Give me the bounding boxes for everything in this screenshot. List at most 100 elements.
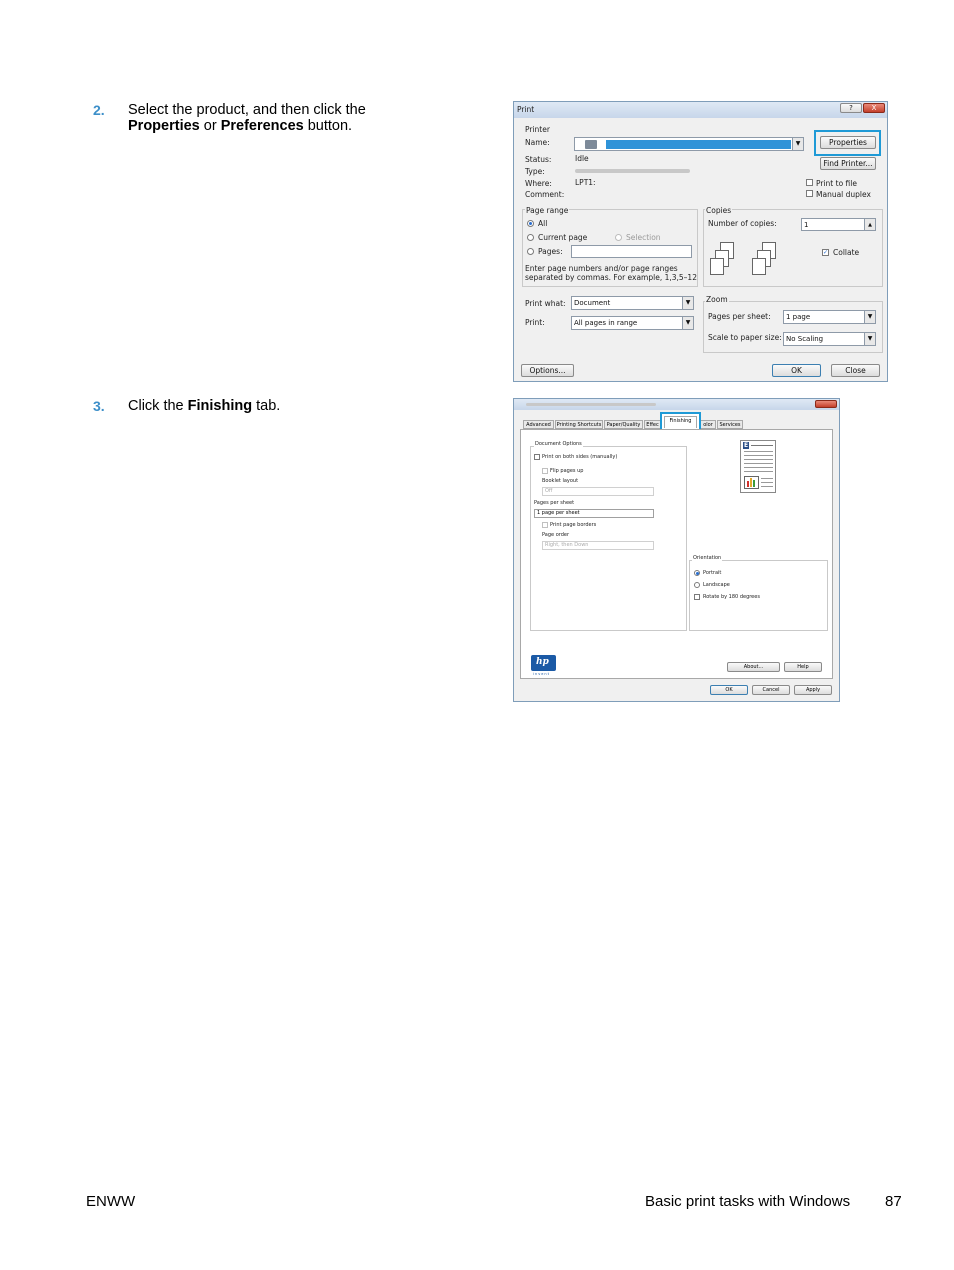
booklet-layout-value: Off <box>545 488 553 494</box>
step-text-line: Select the product, and then click the <box>128 102 366 118</box>
tab-paper-quality[interactable]: Paper/Quality <box>604 420 643 429</box>
options-button[interactable]: Options... <box>521 364 574 377</box>
step-text-post: tab. <box>252 398 281 414</box>
title-bar <box>514 102 887 118</box>
collate-checkbox[interactable]: ✓ <box>822 249 829 256</box>
about-button[interactable]: About... <box>727 662 780 672</box>
print-value: All pages in range <box>574 319 638 327</box>
scale-label: Scale to paper size: <box>708 333 782 342</box>
landscape-radio[interactable] <box>694 582 700 588</box>
close-window-button[interactable]: X <box>863 103 885 113</box>
current-page-label: Current page <box>538 233 588 242</box>
chevron-down-icon: ▼ <box>682 317 693 329</box>
copies-input[interactable]: 1 ▲ <box>801 218 876 231</box>
all-label: All <box>538 219 548 228</box>
current-page-radio[interactable] <box>527 234 534 241</box>
print-to-file-checkbox[interactable] <box>806 179 813 186</box>
footer-section-title: Basic print tasks with Windows <box>645 1193 851 1210</box>
tab-finishing[interactable]: Finishing <box>664 416 697 428</box>
ok-button[interactable]: OK <box>772 364 821 377</box>
step-text: Select the product, and then click the P… <box>128 102 428 134</box>
chevron-down-icon: ▼ <box>864 333 875 345</box>
print-to-file-label: Print to file <box>816 179 857 188</box>
help-button[interactable]: Help <box>784 662 822 672</box>
apply-button[interactable]: Apply <box>794 685 832 695</box>
selection-radio[interactable] <box>615 234 622 241</box>
footer-left: ENWW <box>86 1193 136 1210</box>
tab-effects[interactable]: Effec <box>644 420 661 429</box>
print-what-label: Print what: <box>525 299 566 308</box>
pages-per-sheet-label: Pages per sheet: <box>708 312 771 321</box>
chart-thumbnail-icon <box>744 476 759 489</box>
flip-pages-up-checkbox[interactable] <box>542 468 548 474</box>
page-range-help-1: Enter page numbers and/or page ranges <box>525 264 678 273</box>
print-both-sides-label: Print on both sides (manually) <box>542 454 618 460</box>
where-value: LPT1: <box>575 178 596 187</box>
close-button[interactable]: Close <box>831 364 880 377</box>
hp-logo-tagline: invent <box>533 672 551 676</box>
booklet-layout-label: Booklet layout <box>542 478 579 484</box>
print-dialog: Print ? X Printer Name: ▼ Status: Idle T… <box>513 101 888 382</box>
booklet-layout-select[interactable]: Off <box>542 487 654 496</box>
document-options-label: Document Options <box>534 441 583 447</box>
name-label: Name: <box>525 138 550 147</box>
dialog-title: Print <box>517 105 535 114</box>
cancel-button[interactable]: Cancel <box>752 685 790 695</box>
page-order-select[interactable]: Right, then Down <box>542 541 654 550</box>
copies-value: 1 <box>804 221 809 229</box>
find-printer-button[interactable]: Find Printer... <box>820 157 876 170</box>
portrait-label: Portrait <box>703 570 722 576</box>
tab-services[interactable]: Services <box>717 420 743 429</box>
collate-label: Collate <box>833 248 860 257</box>
print-both-sides-checkbox[interactable] <box>534 454 540 460</box>
step-bold-term: Preferences <box>220 118 304 134</box>
printer-name-selection <box>606 140 791 149</box>
preview-letter: E <box>743 442 750 449</box>
close-window-button[interactable] <box>815 400 837 408</box>
properties-button[interactable]: Properties <box>820 136 876 149</box>
status-value: Idle <box>575 154 589 163</box>
pages-input[interactable] <box>571 245 692 258</box>
manual-duplex-label: Manual duplex <box>816 190 871 199</box>
manual-duplex-checkbox[interactable] <box>806 190 813 197</box>
step-text: Click the Finishing tab. <box>128 398 428 414</box>
tab-printing-shortcuts[interactable]: Printing Shortcuts <box>555 420 603 429</box>
page-range-label: Page range <box>525 206 570 215</box>
help-button[interactable]: ? <box>840 103 862 113</box>
scale-select[interactable]: No Scaling ▼ <box>783 332 876 346</box>
properties-dialog: Advanced Printing Shortcuts Paper/Qualit… <box>513 398 840 702</box>
chevron-down-icon: ▼ <box>792 138 803 150</box>
print-what-select[interactable]: Document ▼ <box>571 296 694 310</box>
print-label: Print: <box>525 318 545 327</box>
hp-logo-text: hp <box>536 657 549 667</box>
pages-label: Pages: <box>538 247 563 256</box>
page-number: 87 <box>885 1193 902 1210</box>
pages-radio[interactable] <box>527 248 534 255</box>
pages-per-sheet-select[interactable]: 1 page per sheet <box>534 509 654 518</box>
print-page-borders-checkbox[interactable] <box>542 522 548 528</box>
tab-advanced[interactable]: Advanced <box>523 420 554 429</box>
page-range-help-2: separated by commas. For example, 1,3,5–… <box>525 273 697 282</box>
spinner-icon[interactable]: ▲ <box>864 219 875 230</box>
pages-per-sheet-value: 1 page per sheet <box>537 510 580 516</box>
all-radio[interactable] <box>527 220 534 227</box>
type-value-blurred <box>575 169 690 173</box>
rotate-checkbox[interactable] <box>694 594 700 600</box>
printer-name-select[interactable]: ▼ <box>574 137 804 151</box>
pages-per-sheet-select[interactable]: 1 page ▼ <box>783 310 876 324</box>
step-number: 3. <box>93 398 105 414</box>
tab-color[interactable]: olor <box>700 420 716 429</box>
rotate-label: Rotate by 180 degrees <box>703 594 760 600</box>
page-preview: E <box>740 440 776 493</box>
type-label: Type: <box>525 167 545 176</box>
print-select[interactable]: All pages in range ▼ <box>571 316 694 330</box>
printer-icon <box>585 140 597 149</box>
ok-button[interactable]: OK <box>710 685 748 695</box>
status-label: Status: <box>525 155 552 164</box>
portrait-radio[interactable] <box>694 570 700 576</box>
step-number: 2. <box>93 102 105 118</box>
step-bold-term: Properties <box>128 118 200 134</box>
chevron-down-icon: ▼ <box>682 297 693 309</box>
selection-label: Selection <box>626 233 661 242</box>
printer-group-label: Printer <box>525 125 550 134</box>
